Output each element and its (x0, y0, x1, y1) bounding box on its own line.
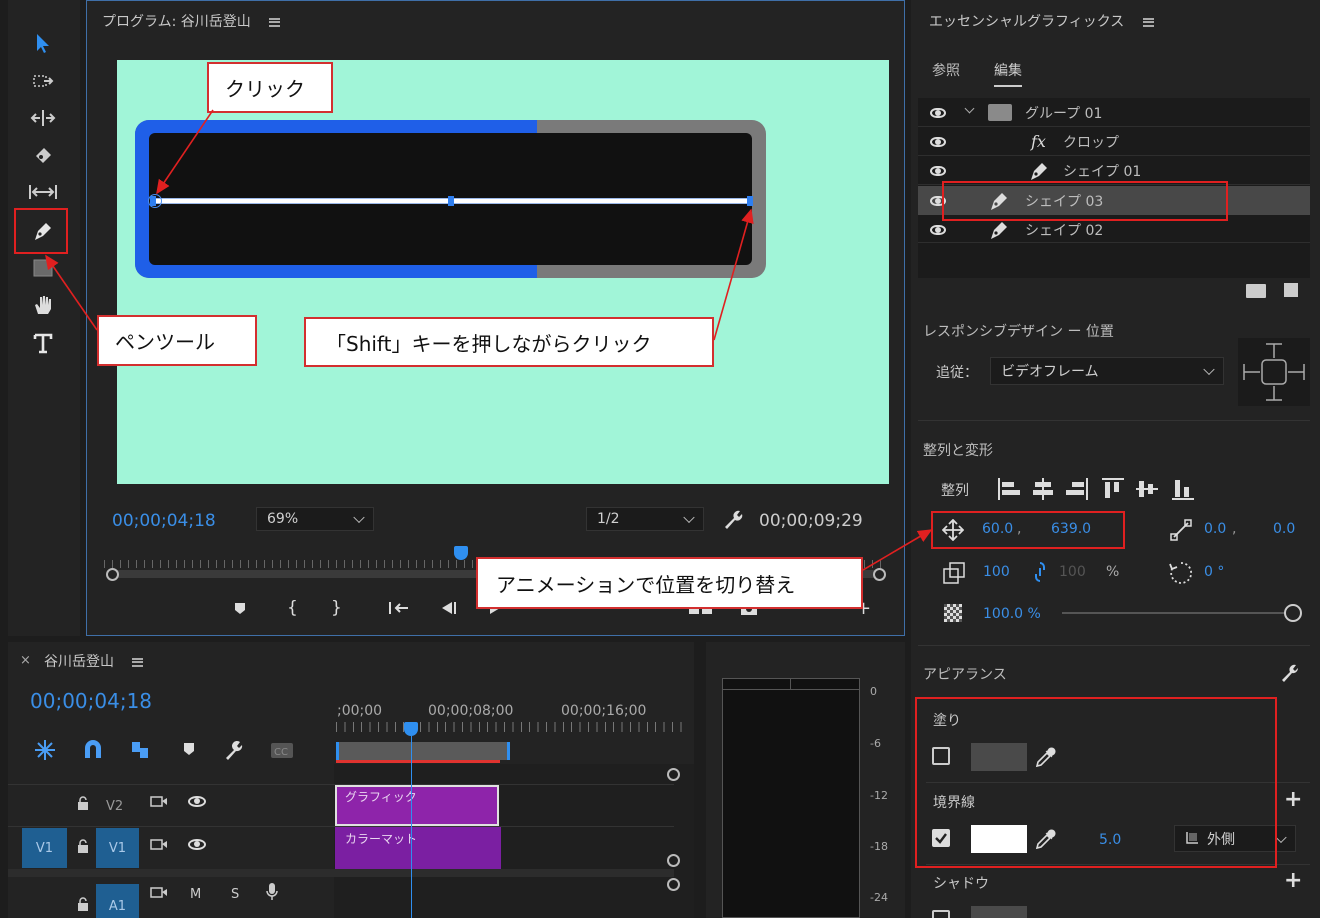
arrow-pen-tool (45, 254, 98, 331)
arrow-shift-click (713, 208, 754, 341)
arrow-animation (862, 529, 933, 571)
callout-arrows (45, 109, 933, 571)
arrow-click (156, 109, 214, 195)
